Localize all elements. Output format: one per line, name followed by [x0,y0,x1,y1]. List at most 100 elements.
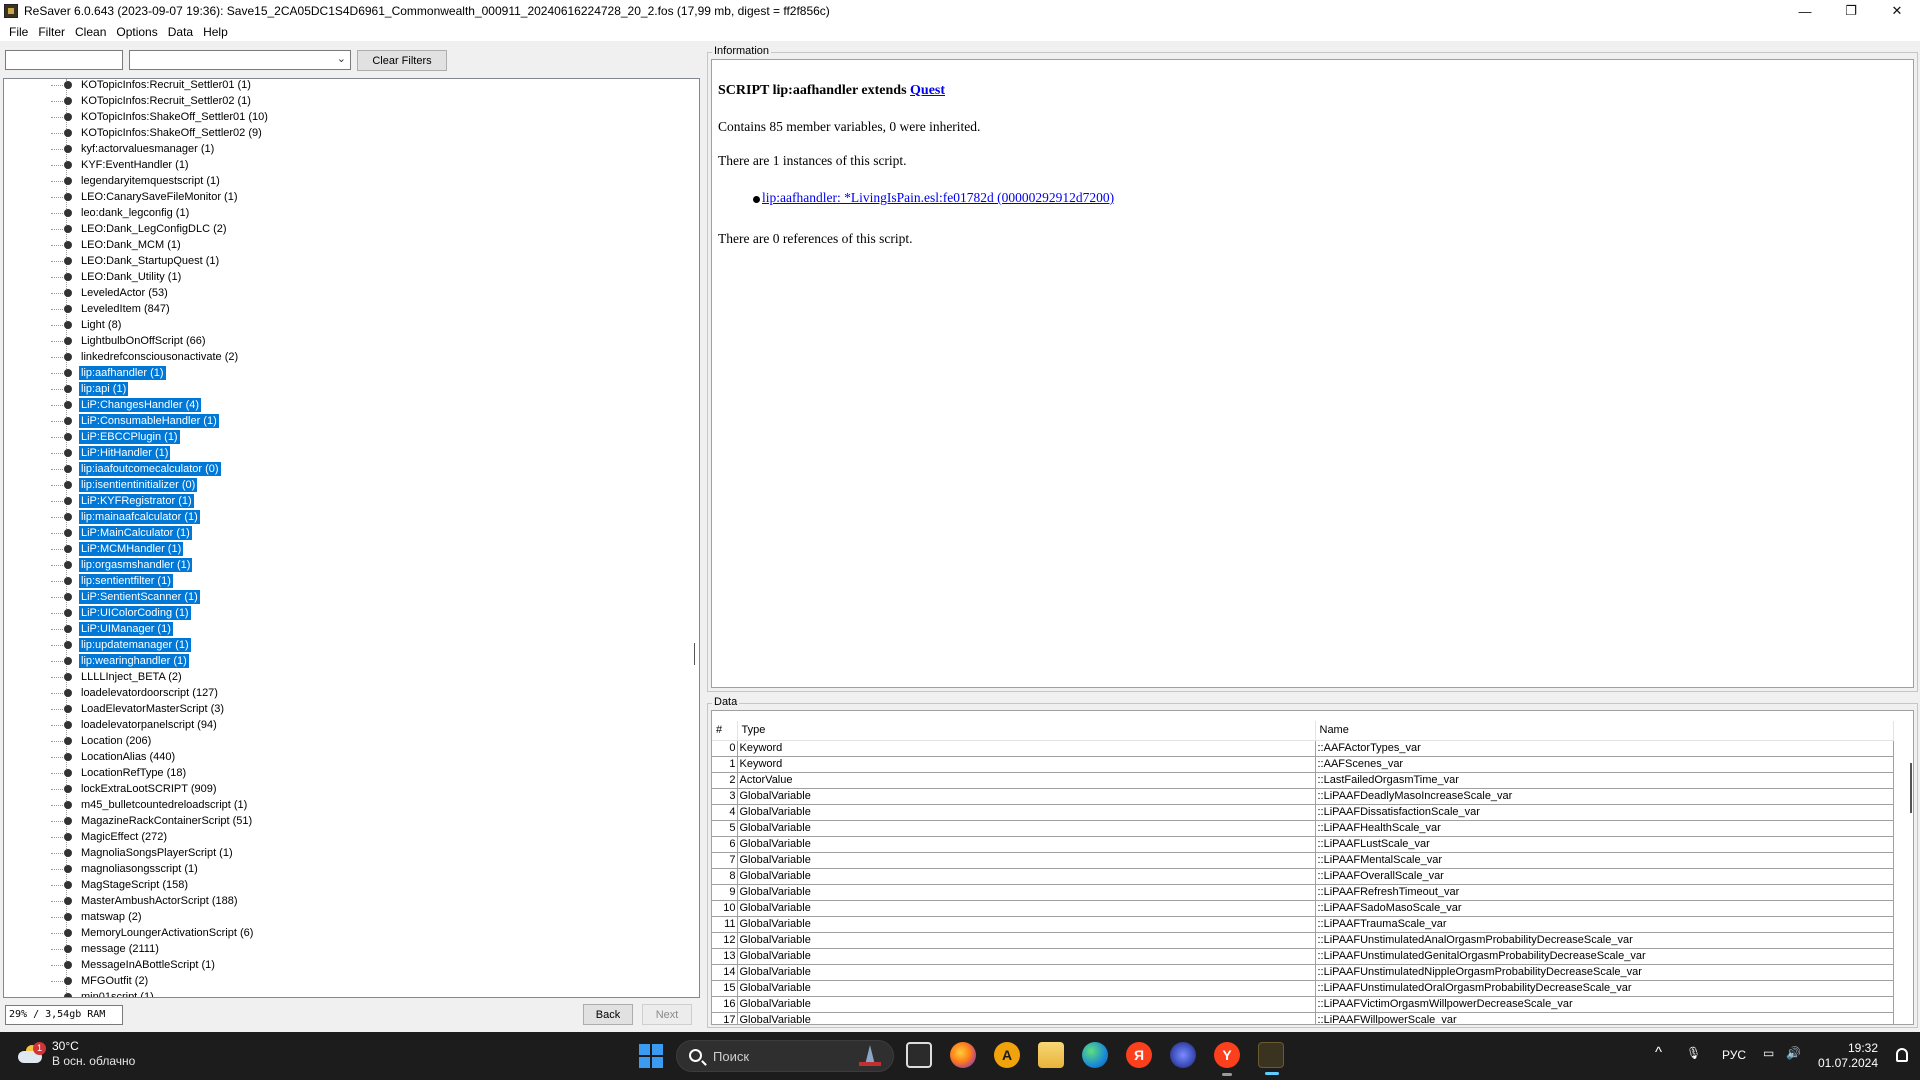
tree-item[interactable]: kyf:actorvaluesmanager (1) [4,141,699,157]
tree-item[interactable]: lip:sentientfilter (1) [4,573,699,589]
tree-item[interactable]: LiP:EBCCPlugin (1) [4,429,699,445]
tree-item[interactable]: Location (206) [4,733,699,749]
table-row[interactable]: 9 GlobalVariable::LiPAAFRefreshTimeout_va… [712,884,1894,901]
tree-item[interactable]: Light (8) [4,317,699,333]
tree-item[interactable]: lip:updatemanager (1) [4,637,699,653]
table-row[interactable]: 4 GlobalVariable::LiPAAFDissatisfactionSc… [712,804,1894,821]
tree-item[interactable]: LoadElevatorMasterScript (3) [4,701,699,717]
tree-item[interactable]: lockExtraLootSCRIPT (909) [4,781,699,797]
table-row[interactable]: 8 GlobalVariable::LiPAAFOverallScale_var [712,868,1894,885]
tree-item[interactable]: MFGOutfit (2) [4,973,699,989]
table-row[interactable]: 0 Keyword::AAFActorTypes_var [712,740,1894,757]
tree-item[interactable]: LightbulbOnOffScript (66) [4,333,699,349]
table-row[interactable]: 11 GlobalVariable::LiPAAFTraumaScale_var [712,916,1894,933]
tree-item[interactable]: LeveledItem (847) [4,301,699,317]
yandex-browser-icon[interactable]: Y [1214,1042,1240,1076]
tree-item[interactable]: lip:orgasmshandler (1) [4,557,699,573]
tree-item[interactable]: LiP:HitHandler (1) [4,445,699,461]
tree-item[interactable]: LocationRefType (18) [4,765,699,781]
weather-widget[interactable]: 1 30°C В осн. облачно [16,1039,135,1069]
close-button[interactable]: ✕ [1874,0,1920,22]
minimize-button[interactable]: — [1782,0,1828,22]
tree-item[interactable]: LeveledActor (53) [4,285,699,301]
tree-item[interactable]: LocationAlias (440) [4,749,699,765]
tree-item[interactable]: LEO:Dank_LegConfigDLC (2) [4,221,699,237]
tree-item[interactable]: loadelevatorpanelscript (94) [4,717,699,733]
column-header-type[interactable]: Type [737,721,1316,741]
tree-item[interactable]: LEO:CanarySaveFileMonitor (1) [4,189,699,205]
edge-icon[interactable] [1082,1042,1108,1068]
tree-item[interactable]: m45_bulletcountedreloadscript (1) [4,797,699,813]
back-button[interactable]: Back [583,1004,633,1025]
tree-item[interactable]: LiP:MainCalculator (1) [4,525,699,541]
tree-item[interactable]: linkedrefconsciousonactivate (2) [4,349,699,365]
tree-item[interactable]: lip:mainaafcalculator (1) [4,509,699,525]
tree-item[interactable]: lip:iaafoutcomecalculator (0) [4,461,699,477]
tree-item[interactable]: LiP:MCMHandler (1) [4,541,699,557]
resaver-taskbar-icon[interactable] [1258,1042,1284,1075]
tree-item[interactable]: KYF:EventHandler (1) [4,157,699,173]
tree-item[interactable]: LiP:SentientScanner (1) [4,589,699,605]
tree-item[interactable]: LiP:KYFRegistrator (1) [4,493,699,509]
next-button[interactable]: Next [642,1004,692,1025]
tree-item[interactable]: MasterAmbushActorScript (188) [4,893,699,909]
tree-item[interactable]: LEO:Dank_MCM (1) [4,237,699,253]
table-row[interactable]: 7 GlobalVariable::LiPAAFMentalScale_var [712,852,1894,869]
tree-item[interactable]: legendaryitemquestscript (1) [4,173,699,189]
table-row[interactable]: 10 GlobalVariable::LiPAAFSadoMasoScale_va… [712,900,1894,917]
tree-item[interactable]: MagazineRackContainerScript (51) [4,813,699,829]
column-header-name[interactable]: Name [1315,721,1894,741]
tree-item[interactable]: MagnoliaSongsPlayerScript (1) [4,845,699,861]
menu-file[interactable]: File [4,25,33,39]
tree-item[interactable]: message (2111) [4,941,699,957]
table-row[interactable]: 3 GlobalVariable::LiPAAFDeadlyMasoIncreas… [712,788,1894,805]
filter-text-input[interactable] [5,50,123,70]
task-view-icon[interactable] [906,1042,932,1068]
menu-clean[interactable]: Clean [70,25,111,39]
tree-item[interactable]: LiP:UIManager (1) [4,621,699,637]
tree-item[interactable]: MagStageScript (158) [4,877,699,893]
tree-item[interactable]: matswap (2) [4,909,699,925]
maximize-button[interactable]: ❐ [1828,0,1874,22]
table-row[interactable]: 14 GlobalVariable::LiPAAFUnstimulatedNipp… [712,964,1894,981]
table-row[interactable]: 5 GlobalVariable::LiPAAFHealthScale_var [712,820,1894,837]
tree-item[interactable]: LiP:UIColorCoding (1) [4,605,699,621]
tree-item[interactable]: LEO:Dank_StartupQuest (1) [4,253,699,269]
volume-icon[interactable]: 🔊 [1786,1046,1801,1060]
table-row[interactable]: 17 GlobalVariable::LiPAAFWillpowerScale_v… [712,1012,1894,1024]
script-tree[interactable]: KOTopicInfos:Recruit_Settler01 (1) KOTopi… [3,78,700,998]
tree-item[interactable]: lip:aafhandler (1) [4,365,699,381]
notification-bell-icon[interactable] [1896,1048,1908,1062]
start-button[interactable] [639,1044,663,1068]
tree-item[interactable]: KOTopicInfos:Recruit_Settler01 (1) [4,79,699,93]
table-row[interactable]: 12 GlobalVariable::LiPAAFUnstimulatedAnal… [712,932,1894,949]
tree-item[interactable]: lip:wearinghandler (1) [4,653,699,669]
tray-chevron-icon[interactable]: ^ [1655,1044,1662,1061]
tree-item[interactable]: LLLLInject_BETA (2) [4,669,699,685]
column-header-num[interactable]: # [712,721,738,741]
tree-item[interactable]: KOTopicInfos:ShakeOff_Settler01 (10) [4,109,699,125]
menu-options[interactable]: Options [111,25,162,39]
clock[interactable]: 19:32 01.07.2024 [1818,1041,1878,1071]
tree-item[interactable]: KOTopicInfos:ShakeOff_Settler02 (9) [4,125,699,141]
steam-icon[interactable] [1170,1042,1196,1068]
menu-filter[interactable]: Filter [33,25,70,39]
table-row[interactable]: 15 GlobalVariable::LiPAAFUnstimulatedOral… [712,980,1894,997]
menu-data[interactable]: Data [163,25,198,39]
instance-link[interactable]: lip:aafhandler: *LivingIsPain.esl:fe0178… [762,190,1114,206]
table-row[interactable]: 1 Keyword::AAFScenes_var [712,756,1894,773]
menu-help[interactable]: Help [198,25,233,39]
tree-item[interactable]: lip:isentientinitializer (0) [4,477,699,493]
tree-item[interactable]: loadelevatordoorscript (127) [4,685,699,701]
table-row[interactable]: 16 GlobalVariable::LiPAAFVictimOrgasmWill… [712,996,1894,1013]
tree-item[interactable]: LiP:ConsumableHandler (1) [4,413,699,429]
data-scrollbar[interactable] [1910,763,1912,813]
table-row[interactable]: 13 GlobalVariable::LiPAAFUnstimulatedGeni… [712,948,1894,965]
filter-dropdown[interactable]: ⌄ [129,50,351,70]
tree-item[interactable]: LEO:Dank_Utility (1) [4,269,699,285]
table-row[interactable]: 6 GlobalVariable::LiPAAFLustScale_var [712,836,1894,853]
yandex-icon[interactable]: Я [1126,1042,1152,1068]
tree-item[interactable]: MagicEffect (272) [4,829,699,845]
tree-item[interactable]: magnoliasongsscript (1) [4,861,699,877]
tree-item[interactable]: min01script (1) [4,989,699,997]
